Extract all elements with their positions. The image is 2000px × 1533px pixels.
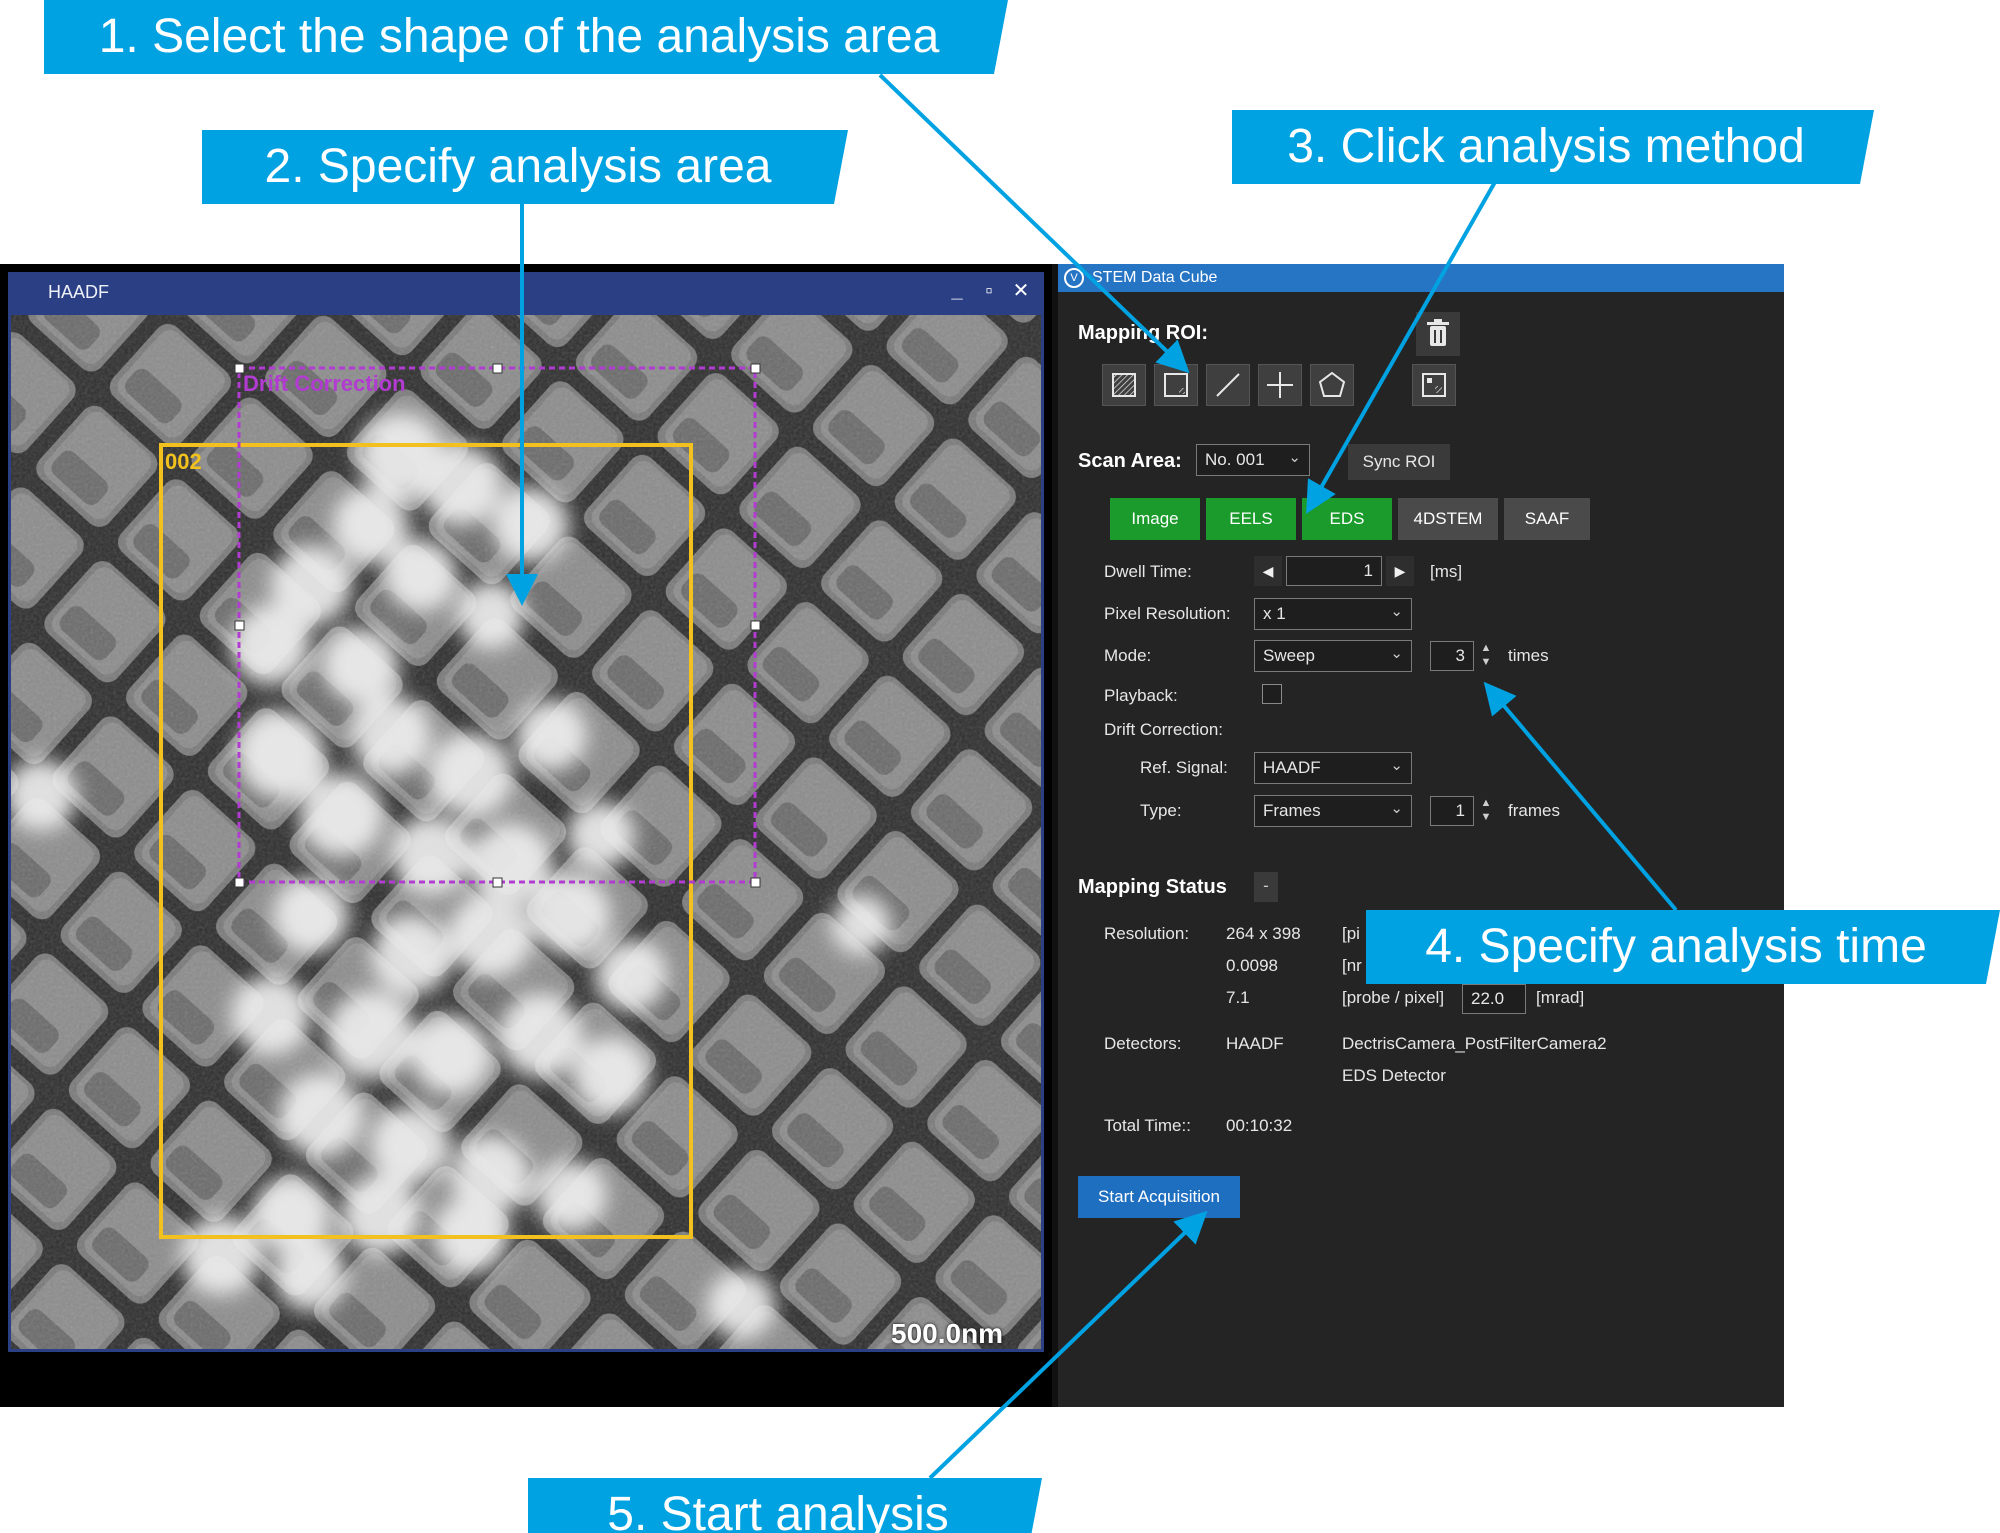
pixel-size-value: 0.0098 — [1226, 956, 1278, 975]
dwell-decrease-icon[interactable]: ◀ — [1254, 556, 1282, 586]
image-roi-tool-button[interactable] — [1412, 364, 1456, 406]
polygon-tool-icon — [1318, 371, 1346, 397]
total-time-value: 00:10:32 — [1226, 1116, 1293, 1135]
resolution-label: Resolution: — [1104, 924, 1190, 943]
ref-signal-value: HAADF — [1263, 758, 1321, 777]
type-frames-spinner-icon[interactable]: ▲ ▼ — [1476, 796, 1496, 826]
mode-times-spinner-icon[interactable]: ▲ ▼ — [1476, 641, 1496, 671]
close-icon[interactable]: ✕ — [1006, 276, 1036, 306]
dwell-time-label: Dwell Time: — [1104, 562, 1192, 581]
callout-step5: 5. Start analysis — [528, 1478, 1042, 1533]
detectors-label: Detectors: — [1104, 1034, 1182, 1053]
chevron-down-icon: ⌄ — [1288, 449, 1301, 466]
mode-value: Sweep — [1263, 646, 1315, 665]
line-tool-icon — [1216, 373, 1240, 397]
pixel-resolution-value: x 1 — [1263, 604, 1286, 623]
callout-step2: 2. Specify analysis area — [202, 130, 848, 204]
chevron-down-icon: ⌄ — [1390, 757, 1403, 774]
scale-bar-label: 500.0nm — [891, 1318, 1004, 1349]
method-saaf-button[interactable]: SAAF — [1504, 498, 1590, 540]
playback-label: Playback: — [1104, 686, 1178, 705]
type-frames-unit: frames — [1508, 801, 1560, 820]
chevron-down-icon: ⌄ — [1390, 645, 1403, 662]
callout-step3: 3. Click analysis method — [1232, 110, 1874, 184]
total-time-label: Total Time:: — [1104, 1116, 1191, 1135]
probe-unit: [probe / pixel] — [1342, 988, 1445, 1007]
minimize-icon[interactable]: _ — [942, 276, 972, 306]
method-eds-button[interactable]: EDS — [1302, 498, 1392, 540]
detector-camera: DectrisCamera_PostFilterCamera2 — [1342, 1034, 1607, 1053]
type-frames-input[interactable]: 1 — [1430, 796, 1474, 826]
mapping-status-collapse-button[interactable]: - — [1254, 872, 1278, 902]
stem-window-title: STEM Data Cube — [1092, 269, 1218, 286]
hatched-rect-tool-button[interactable] — [1102, 364, 1146, 406]
scan-area-value: No. 001 — [1205, 450, 1265, 469]
polygon-tool-button[interactable] — [1310, 364, 1354, 406]
chevron-down-icon: ⌄ — [1390, 603, 1403, 620]
method-image-button[interactable]: Image — [1110, 498, 1200, 540]
dwell-time-unit: [ms] — [1430, 562, 1463, 581]
pixel-resolution-label: Pixel Resolution: — [1104, 604, 1231, 623]
type-dropdown[interactable]: Frames ⌄ — [1254, 795, 1412, 827]
start-acquisition-button[interactable]: Start Acquisition — [1078, 1176, 1240, 1218]
type-label: Type: — [1140, 801, 1182, 820]
app-logo-icon: V — [1064, 268, 1084, 288]
line-tool-button[interactable] — [1206, 364, 1250, 406]
dwell-increase-icon[interactable]: ▶ — [1386, 556, 1414, 586]
image-roi-tool-icon — [1422, 373, 1446, 397]
scan-area-label: Scan Area: — [1078, 450, 1182, 472]
method-eels-button[interactable]: EELS — [1206, 498, 1296, 540]
pixel-size-unit: [nr — [1342, 956, 1362, 975]
mapping-roi-label: Mapping ROI: — [1078, 322, 1208, 344]
haadf-window: HAADF _ ▫ ✕ Drift Correction 002 500.0nm — [0, 264, 1052, 1407]
rectangle-tool-icon — [1164, 373, 1188, 397]
resolution-value: 264 x 398 — [1226, 924, 1301, 943]
stem-titlebar[interactable]: V STEM Data Cube — [1058, 264, 1784, 292]
haadf-window-title: HAADF — [48, 282, 110, 302]
delete-roi-button[interactable] — [1416, 312, 1460, 356]
crosshair-tool-button[interactable] — [1258, 364, 1302, 406]
roi-002-label: 002 — [165, 449, 202, 474]
drift-correction-label: Drift Correction: — [1104, 720, 1224, 739]
resolution-unit: [pi — [1342, 924, 1360, 943]
hatched-rect-tool-icon — [1112, 373, 1136, 397]
mrad-unit: [mrad] — [1536, 988, 1585, 1007]
mapping-status-label: Mapping Status — [1078, 876, 1227, 898]
mode-times-input[interactable]: 3 — [1430, 641, 1474, 671]
detector-eds: EDS Detector — [1342, 1066, 1446, 1085]
rectangle-tool-button[interactable] — [1154, 364, 1198, 406]
crosshair-tool-icon — [1267, 372, 1293, 398]
chevron-down-icon: ⌄ — [1390, 800, 1403, 817]
mode-times-unit: times — [1508, 646, 1549, 665]
type-value: Frames — [1263, 801, 1321, 820]
trash-icon — [1427, 319, 1449, 346]
maximize-icon[interactable]: ▫ — [974, 276, 1004, 306]
ref-signal-dropdown[interactable]: HAADF ⌄ — [1254, 752, 1412, 784]
dwell-time-input[interactable]: 1 — [1286, 556, 1382, 586]
pixel-resolution-dropdown[interactable]: x 1 ⌄ — [1254, 598, 1412, 630]
callout-step1: 1. Select the shape of the analysis area — [44, 0, 1008, 74]
drift-correction-roi-label: Drift Correction — [243, 371, 406, 396]
haadf-image-view[interactable]: Drift Correction 002 500.0nm — [8, 312, 1044, 1352]
playback-checkbox[interactable] — [1262, 684, 1282, 704]
probe-value: 7.1 — [1226, 988, 1250, 1007]
detector-haadf: HAADF — [1226, 1034, 1284, 1053]
callout-step4: 4. Specify analysis time — [1366, 910, 2000, 984]
mrad-input[interactable]: 22.0 — [1462, 984, 1526, 1014]
stem-data-cube-panel: V STEM Data Cube Mapping ROI: Scan Area:… — [1058, 264, 1784, 1407]
mode-dropdown[interactable]: Sweep ⌄ — [1254, 640, 1412, 672]
ref-signal-label: Ref. Signal: — [1140, 758, 1228, 777]
sync-roi-button[interactable]: Sync ROI — [1348, 444, 1450, 480]
scan-area-dropdown[interactable]: No. 001 ⌄ — [1196, 444, 1310, 476]
mode-label: Mode: — [1104, 646, 1152, 665]
method-4dstem-button[interactable]: 4DSTEM — [1398, 498, 1498, 540]
haadf-titlebar[interactable]: HAADF _ ▫ ✕ — [8, 272, 1044, 312]
